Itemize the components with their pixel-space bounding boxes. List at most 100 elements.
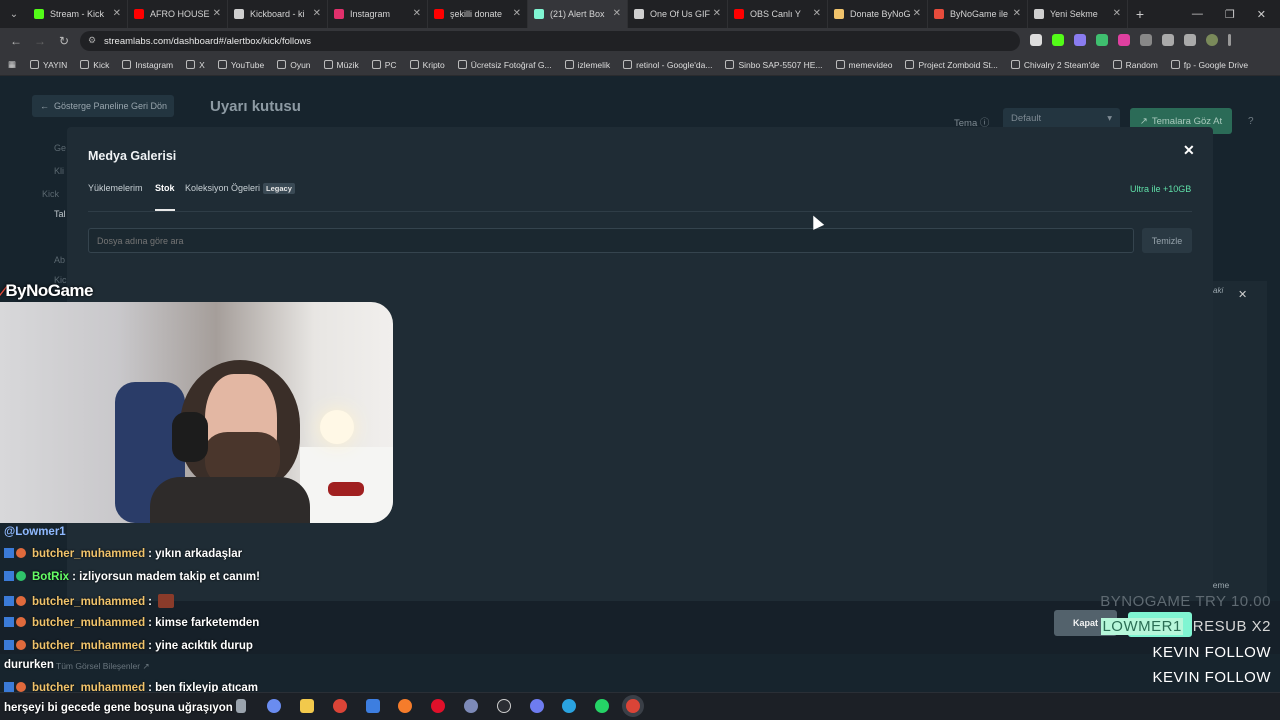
browser-tab[interactable]: ByNoGame ile ✕: [928, 0, 1028, 28]
sidebar-item-clips[interactable]: Kli: [54, 166, 64, 176]
bookmark-item[interactable]: PC: [371, 60, 397, 70]
file-search-input[interactable]: [88, 228, 1134, 253]
forward-arrow-icon[interactable]: →: [28, 34, 52, 48]
profile-avatar[interactable]: [1206, 34, 1218, 46]
puzzle-icon[interactable]: [1140, 34, 1152, 46]
firefox-icon[interactable]: [398, 699, 412, 713]
tab-close-icon[interactable]: ✕: [913, 8, 921, 19]
obs-icon[interactable]: [497, 699, 511, 713]
browser-tab[interactable]: AFRO HOUSE ✕: [128, 0, 228, 28]
reload-icon[interactable]: ↻: [52, 34, 76, 48]
tab-collection-items[interactable]: Koleksiyon Ögeleri Legacy: [185, 183, 295, 194]
external-link-icon: ↗: [1139, 115, 1148, 127]
streamer-shirt: [150, 477, 310, 523]
taskview-icon[interactable]: [236, 699, 246, 713]
minimize-icon[interactable]: —: [1192, 8, 1203, 21]
extension-icon[interactable]: [1030, 34, 1042, 46]
tab-stock[interactable]: Stok: [155, 183, 175, 193]
new-tab-button[interactable]: +: [1128, 6, 1152, 22]
extension-icon[interactable]: [1096, 34, 1108, 46]
extension-icon[interactable]: [1074, 34, 1086, 46]
apps-grid-icon[interactable]: ▦: [8, 59, 16, 70]
tab-search-icon[interactable]: ⌄: [0, 0, 28, 28]
menu-dots-icon[interactable]: [1228, 34, 1231, 46]
ultra-upsell-link[interactable]: Ultra ile +10GB: [1130, 184, 1191, 194]
sidebar-item-follow[interactable]: Tal: [54, 209, 66, 219]
close-icon[interactable]: ✕: [1183, 142, 1195, 159]
event-item: KEVIN FOLLOW: [1152, 644, 1271, 661]
bookmark-item[interactable]: memevideo: [835, 60, 892, 70]
browser-tab[interactable]: One Of Us GIF ✕: [628, 0, 728, 28]
all-widgets-link[interactable]: Tüm Görsel Bileşenler ↗: [56, 661, 150, 672]
file-explorer-icon[interactable]: [300, 699, 314, 713]
tab-my-uploads[interactable]: Yüklemelerim: [88, 183, 143, 193]
tab-close-icon[interactable]: ✕: [313, 8, 321, 19]
close-window-icon[interactable]: ✕: [1257, 8, 1266, 21]
tab-close-icon[interactable]: ✕: [113, 8, 121, 19]
opera-icon[interactable]: [431, 699, 445, 713]
copilot-icon[interactable]: [267, 699, 281, 713]
bookmark-item[interactable]: Ücretsiz Fotoğraf G...: [457, 60, 552, 70]
chrome-active-icon[interactable]: [626, 699, 640, 713]
browser-tab[interactable]: Yeni Sekme ✕: [1028, 0, 1128, 28]
arrow-left-icon: ←: [40, 101, 49, 111]
bookmark-item[interactable]: Kripto: [409, 60, 445, 70]
tab-close-icon[interactable]: ✕: [713, 8, 721, 19]
browse-themes-label: Temalara Göz At: [1151, 115, 1223, 127]
url-field[interactable]: ⚙ streamlabs.com/dashboard#/alertbox/kic…: [80, 31, 1020, 51]
bookmark-item[interactable]: Sinbo SAP-5507 HE...: [725, 60, 823, 70]
bookmark-item[interactable]: izlemelik: [564, 60, 610, 70]
sidebar-item-general[interactable]: Ge: [54, 143, 66, 153]
bookmark-item[interactable]: fp - Google Drive: [1170, 60, 1248, 70]
clear-button[interactable]: Temizle: [1142, 228, 1192, 253]
download-icon[interactable]: [1162, 34, 1174, 46]
help-icon[interactable]: ?: [1248, 116, 1254, 127]
tab-close-icon[interactable]: ✕: [1013, 8, 1021, 19]
variation-close-icon[interactable]: ✕: [1238, 288, 1247, 301]
bookmark-item[interactable]: X: [186, 60, 205, 70]
bookmark-item[interactable]: retinol - Google'da...: [623, 60, 712, 70]
discord-icon[interactable]: [530, 699, 544, 713]
extension-icon[interactable]: [1052, 34, 1064, 46]
tab-close-icon[interactable]: ✕: [613, 8, 621, 19]
kick-badge-icon: [4, 548, 14, 558]
browser-tab[interactable]: şekilli donate ✕: [428, 0, 528, 28]
bookmark-item[interactable]: Müzik: [323, 60, 359, 70]
mail-icon[interactable]: [366, 699, 380, 713]
back-to-dashboard-button[interactable]: ← Gösterge Paneline Geri Dön: [32, 95, 174, 117]
kick-badge-icon: [4, 682, 14, 692]
browser-tab[interactable]: Kickboard - ki ✕: [228, 0, 328, 28]
tab-close-icon[interactable]: ✕: [413, 8, 421, 19]
tab-close-icon[interactable]: ✕: [213, 8, 221, 19]
browser-tab[interactable]: Stream - Kick ✕: [28, 0, 128, 28]
tab-close-icon[interactable]: ✕: [813, 8, 821, 19]
tab-close-icon[interactable]: ✕: [1113, 8, 1121, 19]
bookmark-item[interactable]: Kick: [80, 60, 109, 70]
browser-tab[interactable]: Instagram ✕: [328, 0, 428, 28]
browser-tab[interactable]: Donate ByNoG ✕: [828, 0, 928, 28]
bookmark-item[interactable]: Oyun: [277, 60, 311, 70]
app-icon[interactable]: [464, 699, 478, 713]
restore-icon[interactable]: ❐: [1225, 8, 1235, 21]
bookmark-item[interactable]: Instagram: [122, 60, 173, 70]
whatsapp-icon[interactable]: [595, 699, 609, 713]
tab-favicon-icon: [334, 9, 344, 19]
chrome-icon[interactable]: [333, 699, 347, 713]
bookmark-label: retinol - Google'da...: [636, 59, 713, 70]
back-arrow-icon[interactable]: ←: [4, 34, 28, 48]
telegram-icon[interactable]: [562, 699, 576, 713]
tab-close-icon[interactable]: ✕: [513, 8, 521, 19]
media-icon[interactable]: [1184, 34, 1196, 46]
browser-tab[interactable]: (21) Alert Box ✕: [528, 0, 628, 28]
bookmark-item[interactable]: Random: [1112, 60, 1158, 70]
sidebar-item-sub[interactable]: Ab: [54, 255, 65, 265]
chat-text: : yıkın arkadaşlar: [148, 548, 243, 560]
bookmark-item[interactable]: Project Zomboid St...: [905, 60, 998, 70]
bookmark-item[interactable]: Chivalry 2 Steam'de: [1010, 60, 1100, 70]
bookmark-item[interactable]: YAYIN: [30, 60, 67, 70]
browser-tab[interactable]: OBS Canlı Y ✕: [728, 0, 828, 28]
bookmark-icon: [1170, 60, 1180, 69]
extension-icon[interactable]: [1118, 34, 1130, 46]
bookmark-item[interactable]: YouTube: [217, 60, 264, 70]
site-info-icon[interactable]: ⚙: [88, 35, 96, 46]
